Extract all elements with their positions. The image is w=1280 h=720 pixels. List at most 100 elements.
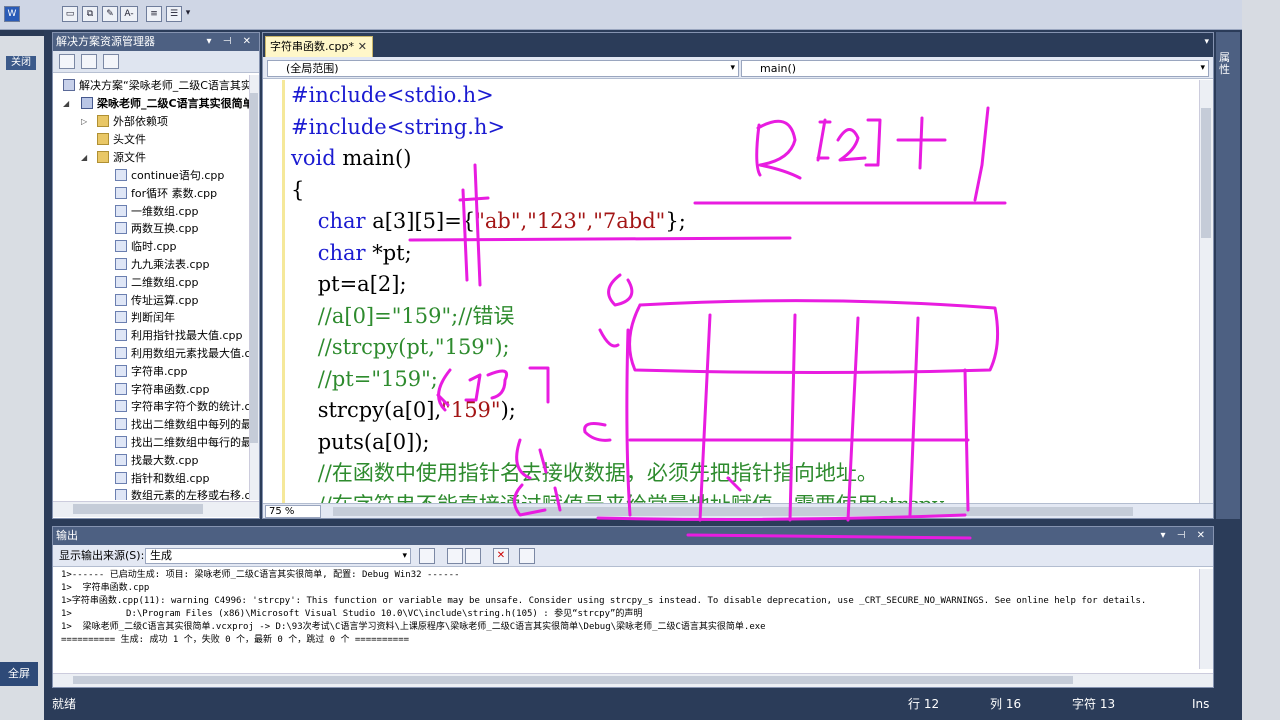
tree-file[interactable]: 利用数组元素找最大值.c <box>115 345 249 362</box>
cpp-file-icon <box>115 418 127 431</box>
tree-file[interactable]: 找出二维数组中每行的最 <box>115 434 249 451</box>
tree-file[interactable]: 临时.cpp <box>115 238 177 255</box>
tree-folder[interactable]: 头文件 <box>97 131 146 148</box>
align-icon[interactable]: ≡ <box>146 6 162 22</box>
solution-hscroll-thumb[interactable] <box>73 504 203 514</box>
tree-file[interactable]: 二维数组.cpp <box>115 274 199 291</box>
find-message-icon[interactable] <box>419 548 435 564</box>
code-line: //pt="159"; <box>291 366 438 391</box>
status-ready: 就绪 <box>52 697 77 711</box>
panel-controls[interactable]: ▾ ⊣ ✕ <box>207 33 255 51</box>
clear-all-icon[interactable]: ✕ <box>493 548 509 564</box>
cpp-file-icon <box>115 400 127 413</box>
chevron-down-icon[interactable]: ▾ <box>184 6 192 22</box>
tree-file[interactable]: 字符串.cpp <box>115 363 188 380</box>
tree-file[interactable]: continue语句.cpp <box>115 167 224 184</box>
next-message-icon[interactable] <box>465 548 481 564</box>
output-line: 1> D:\Program Files (x86)\Microsoft Visu… <box>61 609 643 619</box>
chevron-down-icon: ▾ <box>730 63 735 73</box>
expand-icon[interactable]: ▷ <box>81 117 87 126</box>
tree-file[interactable]: 数组元素的左移或右移.c <box>115 487 249 500</box>
cpp-file-icon <box>115 222 127 235</box>
code-line: strcpy(a[0],"159"); <box>291 398 516 422</box>
tree-file[interactable]: 传址运算.cpp <box>115 292 199 309</box>
editor-bottom-bar: 75 % <box>263 503 1213 518</box>
output-text[interactable]: 1>------ 已启动生成: 项目: 梁咏老师_二级C语言其实很简单, 配置:… <box>61 569 1197 669</box>
code-line: { <box>291 177 305 202</box>
status-line: 行 12 <box>908 697 940 711</box>
close-icon[interactable]: ✕ <box>358 37 367 56</box>
panel-controls[interactable]: ▾ ⊣ ✕ <box>1161 527 1209 545</box>
tree-file[interactable]: 字符串字符个数的统计.c <box>115 398 249 415</box>
chevron-down-icon[interactable]: ▾ <box>1204 37 1209 47</box>
cpp-file-icon <box>115 169 127 181</box>
tree-file[interactable]: 判断闰年 <box>115 309 175 326</box>
show-all-icon[interactable] <box>81 54 97 69</box>
refresh-icon[interactable] <box>103 54 119 69</box>
member-dropdown[interactable]: main() ▾ <box>741 60 1209 77</box>
output-line: ========== 生成: 成功 1 个，失败 0 个，最新 0 个，跳过 0… <box>61 635 410 645</box>
tree-file[interactable]: 找出二维数组中每列的最 <box>115 416 249 433</box>
cpp-file-icon <box>115 347 127 359</box>
list-icon[interactable]: ☰ <box>166 6 182 22</box>
editor-vscroll-thumb[interactable] <box>1201 108 1211 238</box>
code-line: //在函数中使用指针名去接收数据，必须先把指针指向地址。 <box>291 461 878 485</box>
folder-open-icon <box>97 151 109 163</box>
tree-file[interactable]: 指针和数组.cpp <box>115 470 210 487</box>
font-size-icon[interactable]: A- <box>120 6 138 22</box>
output-hscroll-thumb[interactable] <box>73 676 1073 684</box>
tree-file[interactable]: 字符串函数.cpp <box>115 381 210 398</box>
zoom-dropdown[interactable]: 75 % <box>265 505 321 518</box>
code-area[interactable]: #include<stdio.h> #include<string.h> void … <box>263 80 1199 503</box>
output-line: 1>字符串函数.cpp(11): warning C4996: 'strcpy'… <box>61 596 1147 606</box>
desktop-left-strip <box>0 0 44 720</box>
toolbar-tool-icon[interactable]: ▭ <box>62 6 78 22</box>
tree-file[interactable]: 找最大数.cpp <box>115 452 199 469</box>
solution-toolbar <box>53 51 259 73</box>
chevron-down-icon: ▾ <box>1200 63 1205 73</box>
output-line: 1>------ 已启动生成: 项目: 梁咏老师_二级C语言其实很简单, 配置:… <box>61 570 460 580</box>
toolbar-tool-icon[interactable]: ✎ <box>102 6 118 22</box>
code-line: puts(a[0]); <box>291 429 430 454</box>
tree-folder[interactable]: 源文件 <box>97 149 146 166</box>
tree-file[interactable]: 一维数组.cpp <box>115 203 199 220</box>
output-line: 1> 字符串函数.cpp <box>61 583 150 593</box>
fullscreen-button[interactable]: 全屏 <box>0 662 38 686</box>
tree-file[interactable]: for循环 素数.cpp <box>115 185 217 202</box>
cpp-file-icon <box>115 240 127 253</box>
output-source-select[interactable]: 生成 ▾ <box>145 548 411 564</box>
tree-project[interactable]: 梁咏老师_二级C语言其实很简单 <box>81 95 249 112</box>
cpp-file-icon <box>115 471 127 484</box>
code-line: //在字符串不能直接通过赋值号来给常量地址赋值，需要使用strcpy <box>291 490 944 504</box>
tree-file[interactable]: 九九乘法表.cpp <box>115 256 210 273</box>
tree-solution[interactable]: 解决方案“梁咏老师_二级C语言其实 <box>63 77 249 94</box>
collapse-icon[interactable]: ◢ <box>81 153 87 162</box>
properties-tab-label[interactable]: 属性 <box>1219 52 1235 76</box>
project-icon <box>81 97 93 109</box>
word-icon[interactable]: W <box>4 6 20 22</box>
panel-title: 输出 ▾ ⊣ ✕ <box>53 527 1213 545</box>
scope-dropdown[interactable]: (全局范围) ▾ <box>267 60 739 77</box>
editor-hscroll-thumb[interactable] <box>333 507 1133 516</box>
output-toolbar: 显示输出来源(S): 生成 ▾ ✕ <box>53 545 1213 567</box>
properties-collapsed-panel[interactable]: 属性 <box>1216 32 1240 519</box>
code-line: //a[0]="159";//错误 <box>291 303 515 328</box>
tree-file[interactable]: 两数互换.cpp <box>115 220 199 237</box>
close-button[interactable]: 关闭 <box>6 56 36 70</box>
tree-folder[interactable]: 外部依赖项 <box>97 113 168 130</box>
folder-icon <box>97 115 109 127</box>
toolbar-tool-icon[interactable]: ⧉ <box>82 6 98 22</box>
word-wrap-icon[interactable] <box>519 548 535 564</box>
properties-icon[interactable] <box>59 54 75 69</box>
cpp-file-icon <box>115 436 127 448</box>
cpp-file-icon <box>115 453 127 466</box>
tree-file[interactable]: 利用指针找最大值.cpp <box>115 327 243 344</box>
tab-document[interactable]: 字符串函数.cpp* ✕ <box>265 36 373 57</box>
prev-message-icon[interactable] <box>447 548 463 564</box>
collapse-icon[interactable]: ◢ <box>63 99 69 108</box>
panel-title: 解决方案资源管理器 ▾ ⊣ ✕ <box>53 33 259 51</box>
solution-tree: 解决方案“梁咏老师_二级C语言其实 ◢ 梁咏老师_二级C语言其实很简单 ▷ 外部… <box>53 75 249 500</box>
output-vscroll[interactable] <box>1199 569 1213 669</box>
solution-vscroll-thumb[interactable] <box>250 93 258 443</box>
code-line: #include<stdio.h> <box>291 83 494 107</box>
